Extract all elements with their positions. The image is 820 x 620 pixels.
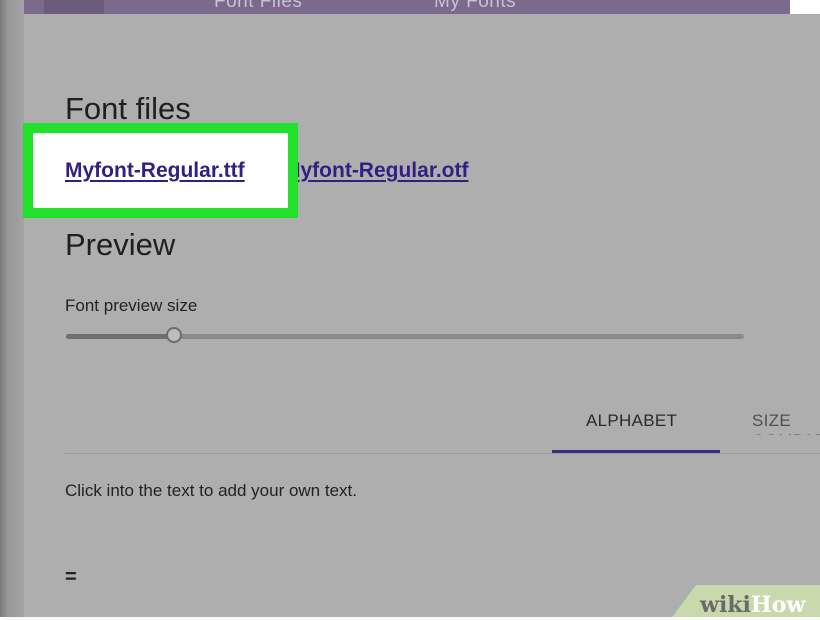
slider-fill	[66, 334, 175, 339]
preview-hint: Click into the text to add your own text…	[65, 481, 357, 500]
wikihow-watermark: wikiHow	[700, 592, 805, 618]
watermark-how-text: How	[750, 592, 806, 618]
tab-divider	[65, 453, 820, 454]
download-otf-link[interactable]: Myfont-Regular.otf	[298, 159, 468, 183]
font-preview-size-label: Font preview size	[65, 296, 198, 315]
preview-text-area[interactable]: =	[65, 566, 77, 589]
font-files-heading: Font files	[65, 91, 191, 126]
watermark-wiki-text: wiki	[700, 592, 751, 618]
preview-heading: Preview	[65, 227, 176, 262]
tab-font-files[interactable]: Font Files	[214, 0, 302, 13]
font-size-slider[interactable]	[66, 327, 744, 343]
tab-alphabet[interactable]: ALPHABET	[586, 411, 677, 431]
size-tab-clip: SIZE COMPARISON	[752, 411, 820, 435]
top-tab-indicator	[44, 0, 104, 14]
otf-link-clip: Myfont-Regular.otf	[298, 159, 498, 191]
left-edge	[0, 0, 24, 620]
slider-thumb[interactable]	[166, 327, 183, 343]
download-ttf-link[interactable]: Myfont-Regular.ttf	[65, 159, 245, 183]
tab-my-fonts[interactable]: My Fonts	[434, 0, 516, 13]
top-tab-bar: Font Files My Fonts	[24, 0, 820, 14]
tab-size-comparison[interactable]: SIZE COMPARISON	[752, 411, 820, 435]
